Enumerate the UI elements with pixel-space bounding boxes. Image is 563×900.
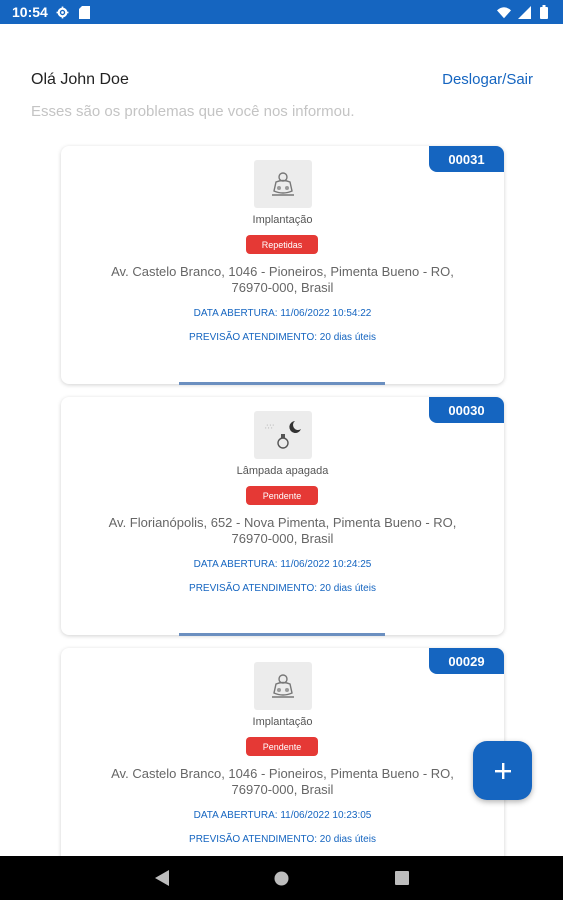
page-subtitle: Esses são os problemas que você nos info… <box>31 103 355 120</box>
report-opened-date: DATA ABERTURA: 11/06/2022 10:24:25 <box>193 559 372 570</box>
report-card[interactable]: 00029 Implantação Pendente Av. Castelo B… <box>61 648 504 856</box>
status-badge: Pendente <box>246 486 318 505</box>
report-id-badge: 00031 <box>429 146 504 172</box>
report-forecast: PREVISÃO ATENDIMENTO: 20 dias úteis <box>189 332 376 343</box>
home-icon[interactable] <box>270 866 294 890</box>
lamp-off-icon: ∴∵ <box>254 411 312 459</box>
report-id-badge: 00030 <box>429 397 504 423</box>
greeting: Olá John Doe <box>31 71 129 88</box>
report-opened-date: DATA ABERTURA: 11/06/2022 10:23:05 <box>193 810 372 821</box>
report-category: Implantação <box>252 214 313 226</box>
report-address: Av. Castelo Branco, 1046 - Pioneiros, Pi… <box>111 766 454 797</box>
add-report-button[interactable] <box>473 741 532 800</box>
report-address: Av. Florianópolis, 652 - Nova Pimenta, P… <box>108 515 457 546</box>
recents-icon[interactable] <box>390 866 414 890</box>
report-id-badge: 00029 <box>429 648 504 674</box>
status-time: 10:54 <box>12 4 48 20</box>
settings-icon <box>56 5 70 19</box>
battery-icon <box>537 5 551 19</box>
system-nav-bar <box>0 856 563 900</box>
main-content[interactable]: Olá John Doe Deslogar/Sair Esses são os … <box>0 24 563 856</box>
report-card[interactable]: 00031 Implantação Repetidas Av. Castelo … <box>61 146 504 385</box>
signal-icon <box>517 5 531 19</box>
status-badge: Repetidas <box>246 235 318 254</box>
report-category: Lâmpada apagada <box>236 465 329 477</box>
implantation-icon <box>254 662 312 710</box>
implantation-icon <box>254 160 312 208</box>
card-divider <box>179 633 385 636</box>
wifi-icon <box>497 5 511 19</box>
add-icon <box>494 762 512 780</box>
report-category: Implantação <box>252 716 313 728</box>
report-address: Av. Castelo Branco, 1046 - Pioneiros, Pi… <box>111 264 454 295</box>
report-card[interactable]: 00030 ∴∵ Lâmpada apagada Pendente Av. Fl… <box>61 397 504 636</box>
card-divider <box>179 382 385 385</box>
svg-text:∴∵: ∴∵ <box>265 423 274 431</box>
status-badge: Pendente <box>246 737 318 756</box>
report-forecast: PREVISÃO ATENDIMENTO: 20 dias úteis <box>189 583 376 594</box>
report-opened-date: DATA ABERTURA: 11/06/2022 10:54:22 <box>193 308 372 319</box>
back-icon[interactable] <box>150 866 174 890</box>
sim-card-icon <box>78 5 92 19</box>
logout-link[interactable]: Deslogar/Sair <box>442 71 533 88</box>
report-forecast: PREVISÃO ATENDIMENTO: 20 dias úteis <box>189 834 376 845</box>
status-bar: 10:54 <box>0 0 563 24</box>
